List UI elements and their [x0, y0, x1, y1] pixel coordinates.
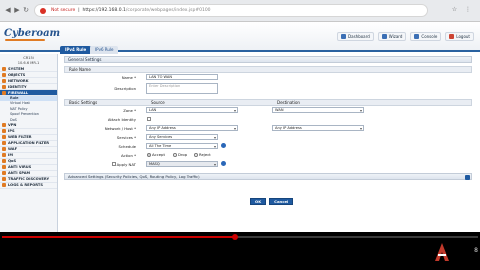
name-label: Name * — [121, 75, 136, 80]
form-buttons: OK Cancel — [250, 198, 294, 205]
video-progress-handle[interactable] — [232, 234, 239, 240]
console-icon — [414, 34, 420, 39]
address-bar[interactable]: Not secure | https://192.168.0.1/corpora… — [34, 4, 428, 17]
system-icon — [2, 66, 6, 71]
traffic-discovery-icon — [2, 177, 6, 182]
description-label: Description — [114, 86, 136, 91]
forward-icon[interactable]: ▶ — [13, 6, 21, 14]
drop-radio[interactable] — [173, 153, 177, 157]
ips-icon — [2, 129, 6, 134]
identity-icon — [2, 84, 6, 89]
general-settings-header: General Settings — [64, 56, 472, 63]
schedule-label: Schedule — [118, 144, 136, 149]
logo-swoosh — [5, 39, 45, 41]
logout-link[interactable]: Logout — [445, 32, 474, 41]
browser-window: ◀ ▶ ↻ Not secure | https://192.168.0.1/c… — [0, 0, 480, 238]
console-link[interactable]: Console — [410, 32, 442, 41]
advanced-settings-label: Advanced Settings (Security Policies, Qo… — [68, 174, 200, 179]
accept-radio[interactable] — [147, 153, 151, 157]
nat-info-icon[interactable] — [221, 161, 226, 166]
reload-icon[interactable]: ↻ — [22, 6, 30, 14]
zone-row: Zone * LAN WAN — [64, 106, 472, 115]
reject-radio[interactable] — [194, 153, 198, 157]
schedule-row: Schedule All The Time — [64, 142, 472, 151]
action-row: Action * Accept Drop Reject — [64, 151, 472, 160]
apply-nat-row: Apply NAT MASQ — [64, 160, 472, 169]
description-textarea[interactable]: Enter Description — [146, 83, 218, 94]
zone-label: Zone * — [123, 108, 136, 113]
source-network-select[interactable]: Any IP Address — [146, 125, 238, 131]
im-icon — [2, 153, 6, 158]
browser-menu-icons[interactable]: ☆ ⋮ — [452, 6, 474, 13]
back-icon[interactable]: ◀ — [4, 6, 12, 14]
attach-identity-row: Attach Identity — [64, 115, 472, 124]
not-secure-icon — [40, 8, 46, 14]
firewall-icon — [2, 90, 6, 95]
url-path: /corporate/webpages/index.jsp#0100 — [125, 8, 211, 13]
action-drop-option[interactable]: Drop — [173, 152, 187, 157]
destination-zone-select[interactable]: WAN — [272, 107, 364, 113]
services-select[interactable]: Any Services — [146, 134, 218, 140]
anti-virus-icon — [2, 165, 6, 170]
tab-ipv6-rule[interactable]: IPv6 Rule — [90, 46, 119, 54]
network-label: Network / Host * — [104, 126, 136, 131]
vpn-icon — [2, 123, 6, 128]
destination-column-header: Destination — [277, 100, 300, 105]
video-time: 8 — [474, 247, 478, 254]
anti-spam-icon — [2, 171, 6, 176]
description-row: Description Enter Description — [64, 82, 472, 96]
attach-identity-checkbox[interactable] — [147, 117, 151, 121]
schedule-select[interactable]: All The Time — [146, 143, 218, 149]
logs-reports-icon — [2, 183, 6, 188]
application-filter-icon — [2, 141, 6, 146]
dashboard-icon — [341, 34, 347, 39]
video-progress-track[interactable] — [2, 236, 478, 238]
network-icon — [2, 78, 6, 83]
browser-toolbar: ◀ ▶ ↻ Not secure | https://192.168.0.1/c… — [0, 0, 480, 22]
channel-logo-icon — [435, 243, 449, 261]
action-label: Action * — [121, 153, 136, 158]
name-input[interactable]: LAN TO WAN — [146, 74, 218, 80]
firewall-info: CR15i 10.6.6 MR-1 — [0, 54, 57, 66]
tab-ipv4-rule[interactable]: IPv4 Rule — [60, 46, 92, 54]
destination-network-select[interactable]: Any IP Address — [272, 125, 364, 131]
sidebar-item-logs-reports[interactable]: LOGS & REPORTS — [0, 183, 57, 189]
rule-form: General Settings Rule Name Name * LAN TO… — [64, 56, 472, 238]
advanced-settings-bar[interactable]: Advanced Settings (Security Policies, Qo… — [64, 173, 472, 180]
video-progress-fill — [2, 236, 236, 238]
sidebar: CR15i 10.6.6 MR-1 SYSTEM OBJECTS NETWORK… — [0, 54, 58, 238]
nat-policy-select[interactable]: MASQ — [146, 161, 218, 167]
basic-settings-header: Basic Settings Source Destination — [64, 99, 472, 106]
header-links: Dashboard Wizard Console Logout — [337, 32, 474, 41]
basic-settings-label: Basic Settings — [69, 100, 98, 105]
source-column-header: Source — [151, 100, 165, 105]
network-row: Network / Host * Any IP Address Any IP A… — [64, 124, 472, 133]
schedule-info-icon[interactable] — [221, 143, 226, 148]
action-reject-option[interactable]: Reject — [194, 152, 211, 157]
rule-name-header: Rule Name — [64, 66, 472, 73]
apply-nat-label: Apply NAT — [116, 162, 136, 167]
dashboard-link[interactable]: Dashboard — [337, 32, 374, 41]
cyberoam-logo: Cyberoam — [4, 28, 61, 39]
objects-icon — [2, 72, 6, 77]
action-accept-option[interactable]: Accept — [147, 152, 165, 157]
attach-identity-label: Attach Identity — [107, 117, 136, 122]
wizard-icon — [381, 34, 387, 39]
cancel-button[interactable]: Cancel — [269, 198, 294, 205]
security-label: Not secure — [51, 8, 76, 13]
expand-icon[interactable] — [465, 174, 470, 180]
video-player-bar: 8 — [0, 232, 480, 270]
wizard-link[interactable]: Wizard — [377, 32, 407, 41]
waf-icon — [2, 147, 6, 152]
logout-icon — [449, 34, 455, 39]
ok-button[interactable]: OK — [250, 198, 267, 205]
services-label: Services * — [116, 135, 136, 140]
services-row: Services * Any Services — [64, 133, 472, 142]
name-row: Name * LAN TO WAN — [64, 73, 472, 82]
web-filter-icon — [2, 135, 6, 140]
qos-icon — [2, 159, 6, 164]
source-zone-select[interactable]: LAN — [146, 107, 238, 113]
url-host: https://192.168.0.1 — [82, 8, 126, 13]
app-header: Cyberoam IPv4 Rule IPv6 Rule Dashboard W… — [0, 22, 480, 54]
